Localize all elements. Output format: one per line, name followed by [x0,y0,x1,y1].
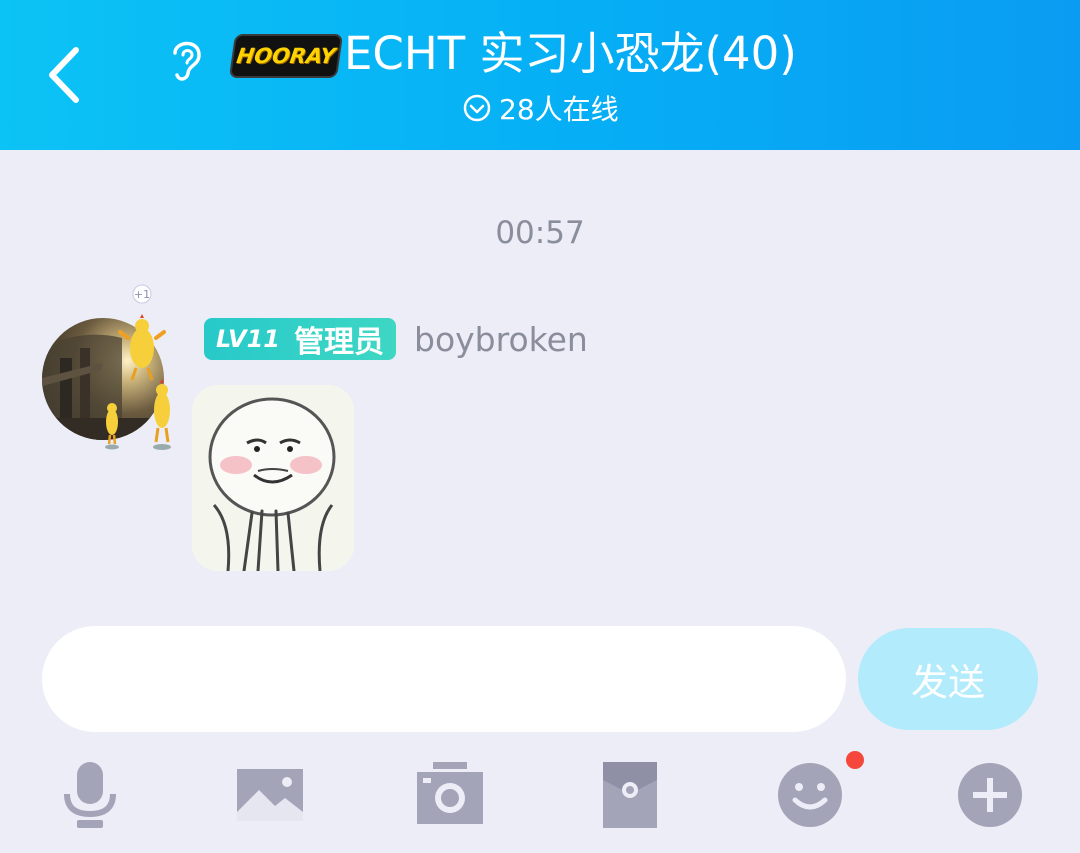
ear-icon[interactable] [165,33,209,85]
microphone-icon[interactable] [55,760,125,830]
chevron-left-icon [49,47,79,103]
level-badge: LV11 管理员 [204,318,396,360]
logo-text: HOORAY [235,44,337,68]
group-title: ECHT 实习小恐龙(40) [344,27,797,80]
red-packet-icon[interactable] [595,760,665,830]
camera-icon[interactable] [415,760,485,830]
online-count: 28人在线 [499,93,619,126]
chevron-down-circle-icon [463,94,491,122]
emoji-icon[interactable] [775,760,845,830]
sticker-message[interactable] [192,385,354,571]
avatar-plus-one-badge: +1 [134,288,150,301]
sender-name[interactable]: boybroken [414,318,588,362]
message-timestamp: 00:57 [495,215,585,251]
avatar-chicken-decoration: +1 [105,284,171,450]
emoji-notification-dot [846,751,864,769]
image-icon[interactable] [235,760,305,830]
level-value: LV11 [216,325,280,353]
role-label: 管理员 [293,325,384,360]
send-button[interactable]: 发送 [858,628,1038,730]
back-button[interactable] [40,40,100,110]
online-status[interactable]: 28人在线 [463,88,619,128]
meme-face-sticker [192,385,354,571]
chat-header: HOORAY ECHT 实习小恐龙(40) 28人在线 [0,0,1080,150]
message-input[interactable] [42,626,846,732]
group-badge-logo: HOORAY [228,34,344,78]
plus-icon[interactable] [955,760,1025,830]
